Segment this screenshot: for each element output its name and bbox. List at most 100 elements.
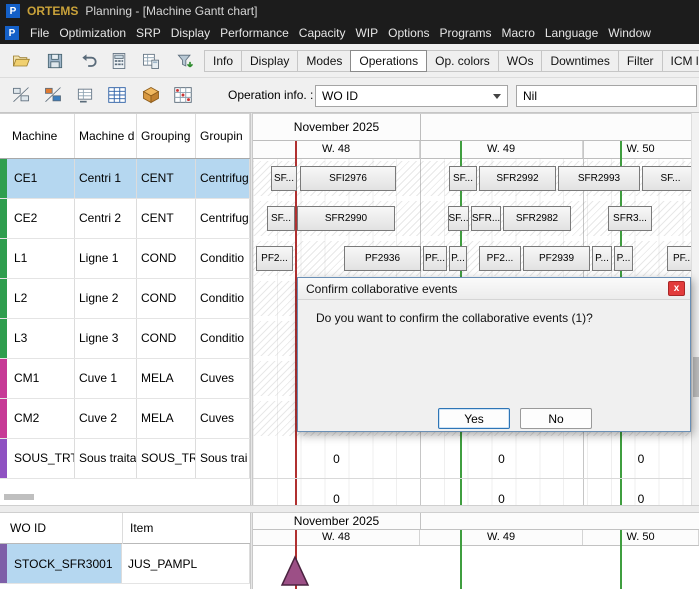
dialog-title-bar[interactable]: Confirm collaborative events x — [298, 278, 690, 300]
load-value: 0 — [637, 452, 645, 466]
gantt-bar[interactable]: SFR... — [471, 206, 501, 231]
menu-display[interactable]: Display — [166, 24, 215, 42]
operation-info-select[interactable]: WO ID — [315, 85, 508, 107]
menu-performance[interactable]: Performance — [215, 24, 294, 42]
machine-row-l2[interactable]: L2 Ligne 2 COND Conditio — [0, 279, 250, 319]
table-calculator-button[interactable] — [138, 49, 164, 73]
document-icon[interactable]: P — [5, 26, 19, 40]
gantt-bar[interactable]: SFI2976 — [300, 166, 396, 191]
tab-display[interactable]: Display — [241, 50, 299, 72]
machine-row-l3[interactable]: L3 Ligne 3 COND Conditio — [0, 319, 250, 359]
item-column-header[interactable]: Item — [130, 513, 153, 544]
machine-row-cm2[interactable]: CM2 Cuve 2 MELA Cuves — [0, 399, 250, 439]
gantt-bar[interactable]: SFR2992 — [479, 166, 556, 191]
menu-srp[interactable]: SRP — [131, 24, 166, 42]
open-button[interactable] — [8, 49, 34, 73]
gantt-bar[interactable]: PF2939 — [523, 246, 590, 271]
gantt-bar[interactable]: P... — [592, 246, 612, 271]
toolbar-tabs: Info Display Modes Operations Op. colors WOs D… — [204, 50, 699, 72]
machine-cell: Conditio — [196, 279, 250, 318]
week-header-w-50: W. 50 — [583, 141, 699, 158]
gantt-bar[interactable]: P... — [614, 246, 633, 271]
menu-language[interactable]: Language — [540, 24, 603, 42]
tab-info[interactable]: Info — [204, 50, 243, 72]
grid-markers-button[interactable] — [170, 83, 196, 107]
gantt-bar[interactable]: SF... — [271, 166, 297, 191]
gantt-bar[interactable]: SF... — [448, 206, 469, 231]
machine-cell: Cuve 1 — [75, 359, 137, 398]
gantt-bar[interactable]: SFR2982 — [503, 206, 571, 231]
gantt-month-header: November 2025 — [253, 114, 699, 141]
gantt-bar[interactable]: SFR2990 — [297, 206, 395, 231]
gantt-bar[interactable]: SF... — [449, 166, 477, 191]
gantt-bar[interactable]: P... — [449, 246, 467, 271]
column-header-grouping[interactable]: Grouping — [137, 114, 196, 158]
filter-apply-button[interactable] — [172, 49, 198, 73]
machine-row-ce2[interactable]: CE2 Centri 2 CENT Centrifug — [0, 199, 250, 239]
vertical-scrollbar[interactable] — [691, 113, 699, 505]
gantt-week-header: W. 48 W. 49 W. 50 — [253, 141, 699, 159]
calculator-button[interactable] — [106, 49, 132, 73]
tab-icm-load[interactable]: ICM load — [661, 50, 699, 72]
machine-table-body: CE1 Centri 1 CENT Centrifug CE2 Centri 2 CENT C… — [0, 159, 250, 505]
app-icon: P — [6, 4, 20, 18]
machine-row-cm1[interactable]: CM1 Cuve 1 MELA Cuves — [0, 359, 250, 399]
menu-wip[interactable]: WIP — [350, 24, 383, 42]
dialog-close-button[interactable]: x — [668, 281, 685, 296]
machine-cell: CM2 — [7, 399, 75, 438]
milestone-marker[interactable] — [280, 555, 310, 587]
machine-gantt-button[interactable] — [8, 83, 34, 107]
gantt-bar[interactable]: SF... — [267, 206, 295, 231]
column-header-machine[interactable]: Machine — [0, 114, 75, 158]
no-button[interactable]: No — [520, 408, 592, 429]
vertical-splitter-bottom[interactable] — [250, 513, 253, 589]
machine-row-l1[interactable]: L1 Ligne 1 COND Conditio — [0, 239, 250, 279]
gantt-bar[interactable]: PF2936 — [344, 246, 421, 271]
wo-id-column-header[interactable]: WO ID — [10, 513, 46, 544]
gantt-bar[interactable]: PF... — [423, 246, 447, 271]
horizontal-splitter[interactable] — [0, 505, 699, 513]
bottom-month-label: November 2025 — [293, 514, 380, 528]
machine-row-sous-trt[interactable]: SOUS_TRTSous traitaSOUS_TRTSous trai — [0, 439, 250, 479]
tab-wos[interactable]: WOs — [497, 50, 543, 72]
gantt-bar[interactable]: PF2... — [479, 246, 521, 271]
gantt-row-ce2: SF... SFR2990 SF... SFR... SFR2982 SFR3... — [253, 199, 699, 239]
cube-button[interactable] — [138, 83, 164, 107]
tab-modes[interactable]: Modes — [297, 50, 352, 72]
gantt-bar[interactable]: SFR2993 — [558, 166, 640, 191]
menu-window[interactable]: Window — [603, 24, 656, 42]
column-header-groupin[interactable]: Groupin — [196, 114, 250, 158]
yes-button[interactable]: Yes — [438, 408, 510, 429]
tab-downtimes[interactable]: Downtimes — [541, 50, 619, 72]
undo-button[interactable] — [76, 49, 102, 73]
grid-table-button[interactable] — [104, 83, 130, 107]
horizontal-scrollbar-thumb[interactable] — [4, 494, 34, 500]
machine-row-ce1[interactable]: CE1 Centri 1 CENT Centrifug — [0, 159, 250, 199]
menu-macro[interactable]: Macro — [497, 24, 540, 42]
vertical-scrollbar-thumb[interactable] — [693, 357, 699, 397]
tab-operations[interactable]: Operations — [350, 50, 428, 72]
wo-color-strip — [0, 544, 7, 583]
gantt-bar[interactable]: SFR3... — [608, 206, 652, 231]
menu-capacity[interactable]: Capacity — [294, 24, 351, 42]
vertical-splitter[interactable] — [250, 113, 253, 505]
table-compact-button[interactable] — [72, 83, 98, 107]
gantt-bar[interactable]: PF2... — [256, 246, 293, 271]
column-header-machine-d[interactable]: Machine d — [75, 114, 137, 158]
menu-optimization[interactable]: Optimization — [54, 24, 131, 42]
machine-cell: L3 — [7, 319, 75, 358]
machine-cell: Cuve 2 — [75, 399, 137, 438]
machine-cell: SOUS_TRT — [137, 439, 196, 478]
machine-cell: Centrifug — [196, 199, 250, 238]
machine-color-strip — [0, 159, 7, 198]
machine-gantt-colored-button[interactable] — [40, 83, 66, 107]
filter-value-input[interactable]: Nil — [516, 85, 697, 107]
save-button[interactable] — [42, 49, 68, 73]
tab-op-colors[interactable]: Op. colors — [426, 50, 499, 72]
menu-options[interactable]: Options — [383, 24, 434, 42]
menu-programs[interactable]: Programs — [435, 24, 497, 42]
wo-row-stock-sfr3001[interactable]: STOCK_SFR3001 JUS_PAMPL — [0, 544, 250, 584]
open-folder-icon — [12, 55, 30, 67]
menu-file[interactable]: File — [25, 24, 54, 42]
tab-filter[interactable]: Filter — [617, 50, 663, 72]
